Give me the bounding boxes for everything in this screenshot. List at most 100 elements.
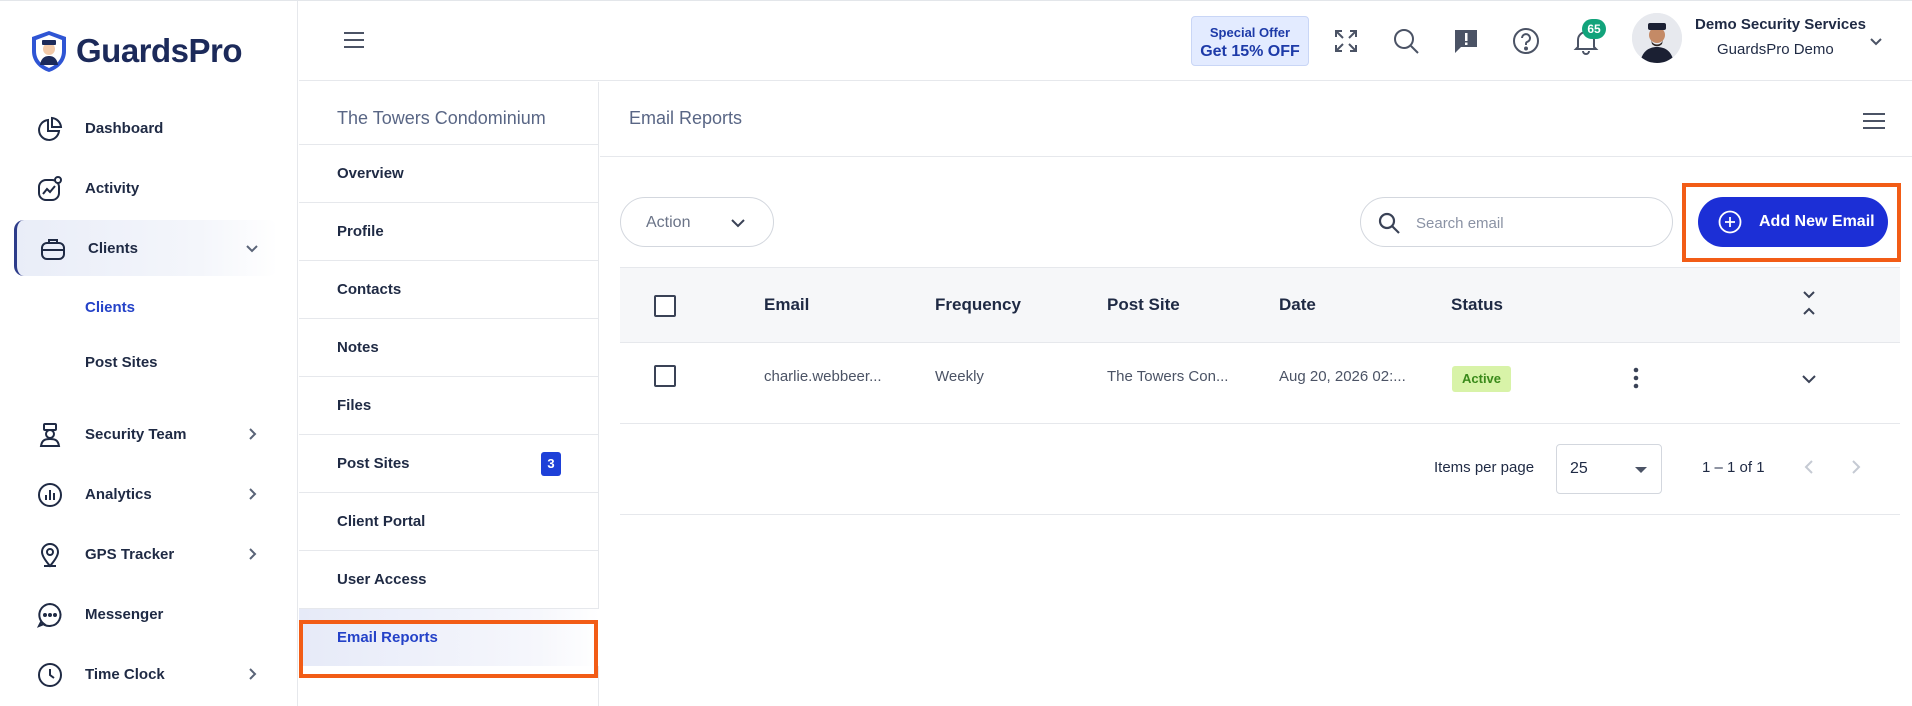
items-per-page-label: Items per page [1434, 459, 1535, 476]
search-email-box [1360, 197, 1673, 247]
sidebar-item-label: Time Clock [85, 665, 165, 683]
chevron-down-icon[interactable] [1868, 33, 1884, 49]
sidebar-item-label: Dashboard [85, 119, 164, 137]
action-dropdown-label: Action [646, 214, 691, 231]
chevron-right-icon[interactable] [244, 666, 260, 682]
chevron-right-icon[interactable] [244, 426, 260, 442]
client-menu-files[interactable]: Files [299, 376, 599, 434]
client-menu-user-access[interactable]: User Access [299, 550, 599, 608]
sidebar-item-analytics[interactable]: Analytics [14, 466, 278, 522]
chat-bubble-icon [36, 602, 62, 628]
client-menu-notes[interactable]: Notes [299, 318, 599, 376]
sidebar-subitem-clients[interactable]: Clients [85, 299, 135, 316]
client-menu-label: Profile [337, 223, 384, 240]
top-bar: Special Offer Get 15% OFF 65 Demo Securi… [299, 1, 1912, 81]
sidebar-item-security-team[interactable]: Security Team [14, 406, 278, 462]
table-row[interactable]: charlie.webbeer... Weekly The Towers Con… [620, 344, 1900, 424]
client-menu-overview[interactable]: Overview [299, 144, 599, 202]
client-menu-label: Post Sites [337, 455, 410, 472]
menu-icon[interactable] [1862, 112, 1886, 130]
chevron-right-icon[interactable] [244, 486, 260, 502]
action-dropdown[interactable]: Action [620, 197, 774, 247]
sidebar-item-label: Messenger [85, 605, 164, 623]
search-email-input[interactable] [1416, 211, 1656, 235]
chevron-down-icon[interactable] [244, 240, 260, 256]
sidebar-item-gps-tracker[interactable]: GPS Tracker [14, 526, 278, 582]
client-title: The Towers Condominium [337, 108, 546, 128]
client-menu-label: Email Reports [337, 629, 438, 646]
pagination-range: 1 – 1 of 1 [1702, 459, 1765, 476]
status-badge: Active [1452, 366, 1512, 392]
special-offer-button[interactable]: Special Offer Get 15% OFF [1191, 16, 1309, 66]
previous-page-icon[interactable] [1800, 458, 1818, 476]
sidebar-item-activity[interactable]: Activity [14, 160, 278, 216]
row-checkbox[interactable] [654, 365, 676, 387]
avatar[interactable] [1632, 13, 1682, 63]
client-menu-label: Client Portal [337, 513, 426, 530]
user-name: Demo Security Services [1695, 16, 1866, 33]
collapse-all-icon[interactable] [1800, 290, 1818, 316]
client-menu-email-reports[interactable]: Email Reports [299, 608, 599, 666]
sidebar-item-label: GPS Tracker [85, 545, 175, 563]
cell-date: Aug 20, 2026 02:... [1279, 368, 1406, 385]
client-menu-profile[interactable]: Profile [299, 202, 599, 260]
activity-chart-icon [38, 176, 62, 201]
user-org: GuardsPro Demo [1717, 41, 1834, 58]
cell-frequency: Weekly [935, 368, 984, 385]
map-pin-icon [40, 543, 60, 568]
cell-email: charlie.webbeer... [764, 368, 882, 385]
select-all-checkbox[interactable] [654, 295, 676, 317]
analytics-icon [38, 483, 62, 507]
help-icon[interactable] [1512, 27, 1540, 55]
offer-title: Special Offer [1209, 25, 1291, 40]
add-new-email-button[interactable]: Add New Email [1698, 197, 1888, 247]
search-icon[interactable] [1392, 27, 1420, 55]
hamburger-menu-icon[interactable] [343, 31, 365, 49]
client-panel: The Towers Condominium Overview Profile … [299, 82, 599, 706]
guard-icon [39, 423, 61, 447]
dropdown-arrow-icon [1635, 467, 1647, 473]
sidebar-item-label: Analytics [85, 485, 152, 503]
sidebar-item-label: Security Team [85, 425, 187, 443]
pie-chart-icon [38, 116, 63, 141]
sidebar-item-time-clock[interactable]: Time Clock [14, 646, 278, 702]
feedback-icon[interactable] [1452, 27, 1480, 55]
post-sites-count-badge: 3 [541, 452, 561, 476]
items-per-page-value: 25 [1570, 460, 1588, 477]
column-header-email[interactable]: Email [764, 295, 809, 315]
sidebar-item-label: Activity [85, 179, 140, 197]
client-menu-label: Overview [337, 165, 404, 182]
column-header-post-site[interactable]: Post Site [1107, 295, 1180, 315]
chevron-down-icon [731, 219, 745, 228]
content-header: Email Reports [600, 82, 1912, 157]
sidebar-item-clients[interactable]: Clients [14, 220, 278, 276]
search-icon [1378, 212, 1400, 234]
table-header: Email Frequency Post Site Date Status [620, 267, 1900, 343]
briefcase-icon [41, 239, 65, 260]
chevron-down-icon[interactable] [1800, 370, 1818, 388]
cell-post-site: The Towers Con... [1107, 368, 1229, 385]
next-page-icon[interactable] [1847, 458, 1865, 476]
client-menu-post-sites[interactable]: Post Sites 3 [299, 434, 599, 492]
items-per-page-select[interactable]: 25 [1556, 444, 1662, 494]
more-vertical-icon[interactable] [1632, 366, 1640, 390]
notification-count-badge: 65 [1582, 19, 1606, 39]
client-menu-label: Contacts [337, 281, 402, 298]
logo[interactable]: GuardsPro [28, 29, 243, 73]
column-header-date[interactable]: Date [1279, 295, 1316, 315]
chevron-right-icon[interactable] [244, 546, 260, 562]
sidebar-item-messenger[interactable]: Messenger [14, 586, 278, 642]
sidebar-subitem-post-sites[interactable]: Post Sites [85, 354, 158, 371]
client-menu-contacts[interactable]: Contacts [299, 260, 599, 318]
client-menu-client-portal[interactable]: Client Portal [299, 492, 599, 550]
fullscreen-icon[interactable] [1332, 27, 1360, 55]
logo-text: GuardsPro [76, 32, 243, 69]
column-header-frequency[interactable]: Frequency [935, 295, 1021, 315]
sidebar-item-label: Clients [88, 239, 139, 257]
column-header-status[interactable]: Status [1451, 295, 1503, 315]
sidebar-item-dashboard[interactable]: Dashboard [14, 100, 278, 156]
client-menu-label: User Access [337, 571, 427, 588]
pagination: Items per page 25 1 – 1 of 1 [620, 424, 1900, 515]
client-menu-label: Notes [337, 339, 379, 356]
add-new-email-label: Add New Email [1759, 213, 1875, 230]
